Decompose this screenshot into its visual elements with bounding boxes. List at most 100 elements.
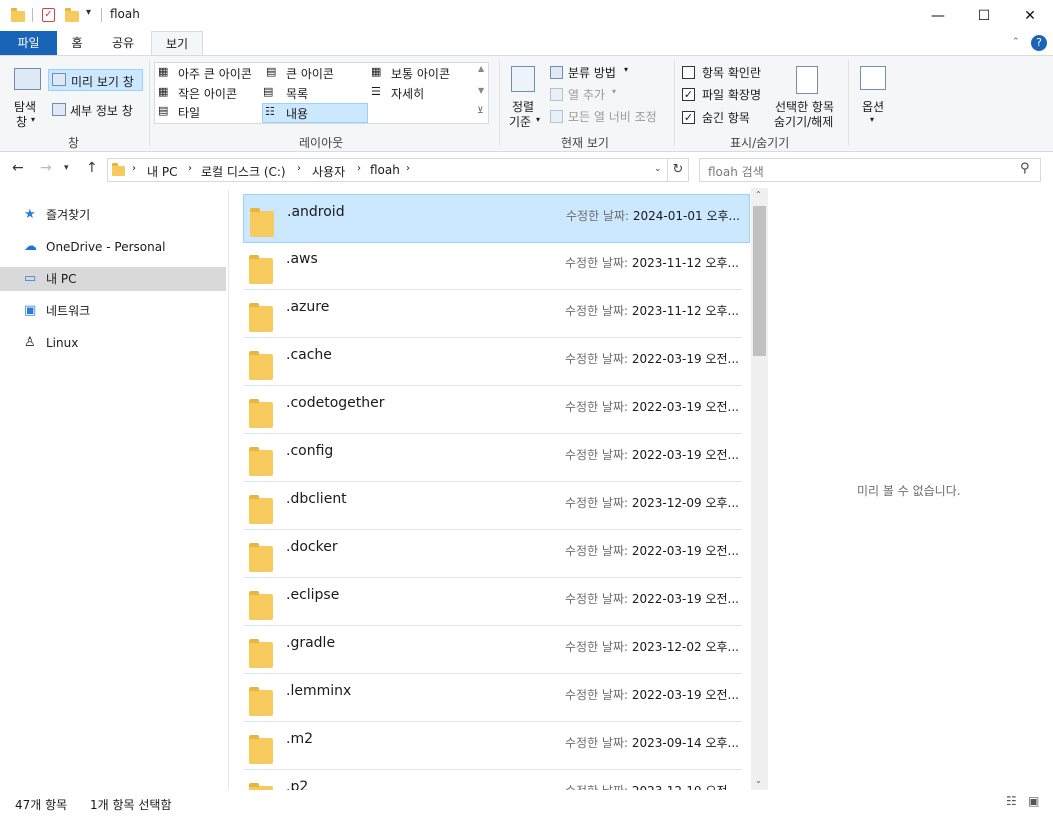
chevron-down-icon: ▾ — [31, 115, 36, 124]
sidebar-item-network[interactable]: ▣ 네트워크 — [0, 299, 226, 323]
folder-icon — [249, 638, 275, 668]
preview-empty-message: 미리 볼 수 없습니다. — [857, 484, 961, 498]
scroll-down-icon[interactable]: ⌄ — [755, 776, 762, 785]
item-checkboxes-checkbox[interactable] — [682, 66, 695, 79]
list-item[interactable]: .eclipse 수정한 날짜: 2022-03-19 오전... — [243, 578, 742, 626]
sidebar-item-linux[interactable]: ♙ Linux — [0, 331, 226, 355]
recent-locations-icon[interactable]: ▾ — [64, 163, 69, 173]
window-title: floah — [110, 7, 140, 21]
separator — [32, 8, 33, 22]
list-item[interactable]: .config 수정한 날짜: 2022-03-19 오전... — [243, 434, 742, 482]
size-all-columns-button[interactable]: 모든 열 너비 조정 — [548, 108, 668, 126]
folder-icon — [249, 350, 275, 380]
navigation-pane-button[interactable]: 탐색 창 ▾ — [8, 64, 46, 132]
scrollbar[interactable]: ⌃ ⌄ — [751, 188, 768, 790]
sidebar-item-label: 내 PC — [46, 272, 77, 286]
maximize-button[interactable]: ☐ — [961, 0, 1007, 31]
pane-divider[interactable] — [228, 190, 229, 790]
breadcrumb-item[interactable]: 사용자 — [312, 163, 345, 180]
list-icon: ▤ — [263, 85, 274, 98]
layout-medium-icons[interactable]: ▦ 보통 아이콘 — [371, 65, 481, 83]
sidebar-item-quick-access[interactable]: ★ 즐겨찾기 — [0, 203, 226, 227]
refresh-button[interactable]: ↻ — [668, 158, 689, 182]
help-icon[interactable]: ? — [1031, 35, 1047, 51]
small-icons-icon: ▦ — [158, 85, 169, 98]
file-list: .android 수정한 날짜: 2024-01-01 오후... .aws 수정한 … — [243, 186, 753, 790]
quick-access-dropdown-icon[interactable]: ▾ — [86, 7, 91, 18]
hidden-items-checkbox[interactable]: ✓ — [682, 111, 695, 124]
group-label-show-hide: 표시/숨기기 — [730, 136, 790, 150]
tab-view[interactable]: 보기 — [151, 31, 203, 56]
details-pane-icon — [52, 103, 66, 116]
chevron-right-icon: › — [132, 163, 136, 174]
sort-by-button[interactable]: 정렬 기준 ▾ — [506, 62, 544, 132]
tab-share[interactable]: 공유 — [97, 31, 149, 55]
large-icons-view-icon[interactable]: ▣ — [1028, 794, 1039, 808]
layout-details[interactable]: ☰ 자세히 — [371, 85, 481, 103]
add-columns-button[interactable]: 열 추가 ▾ — [548, 86, 628, 104]
list-item[interactable]: .aws 수정한 날짜: 2023-11-12 오후... — [243, 242, 742, 290]
search-input[interactable]: floah 검색 ⚲ — [699, 158, 1041, 182]
address-bar[interactable]: › 내 PC › 로컬 디스크 (C:) › 사용자 › floah › ⌄ — [107, 158, 668, 182]
new-folder-icon[interactable] — [65, 8, 79, 22]
chevron-right-icon: › — [406, 163, 410, 174]
sidebar-item-onedrive[interactable]: ☁ OneDrive - Personal — [0, 235, 226, 259]
layout-scroll-up-icon[interactable]: ▲ — [478, 64, 484, 73]
chevron-up-icon[interactable]: ⌃ — [1012, 37, 1020, 47]
group-by-button[interactable]: 분류 방법 ▾ — [548, 64, 638, 82]
minimize-button[interactable]: — — [915, 0, 961, 31]
file-name: .android — [287, 204, 345, 220]
up-icon[interactable]: ↑ — [86, 160, 98, 176]
layout-small-icons[interactable]: ▦ 작은 아이콘 — [158, 85, 263, 103]
tab-file[interactable]: 파일 — [0, 31, 57, 55]
hide-selected-items-button[interactable]: 선택한 항목 숨기기/해제 — [772, 62, 842, 132]
scroll-thumb[interactable] — [753, 206, 766, 356]
sidebar-item-label: OneDrive - Personal — [46, 240, 166, 254]
folder-icon — [11, 8, 25, 22]
back-icon[interactable]: ← — [12, 160, 24, 176]
list-item[interactable]: .android 수정한 날짜: 2024-01-01 오후... — [243, 194, 750, 243]
list-item[interactable]: .azure 수정한 날짜: 2023-11-12 오후... — [243, 290, 742, 338]
sidebar-item-this-pc[interactable]: ▭ 내 PC — [0, 267, 226, 291]
navigation-pane-icon — [14, 68, 41, 90]
options-button[interactable]: 옵션 ▾ — [856, 62, 892, 132]
item-checkboxes-toggle[interactable]: 항목 확인란 — [682, 64, 772, 82]
breadcrumb-item[interactable]: floah — [370, 163, 400, 177]
modified-date: 수정한 날짜: 2023-11-12 오후... — [565, 256, 739, 270]
file-extensions-toggle[interactable]: ✓ 파일 확장명 — [682, 86, 772, 104]
details-pane-button[interactable]: 세부 정보 창 — [48, 99, 143, 121]
close-button[interactable]: ✕ — [1007, 0, 1053, 31]
address-dropdown-icon[interactable]: ⌄ — [654, 164, 662, 174]
details-view-icon[interactable]: ☷ — [1006, 794, 1017, 808]
list-item[interactable]: .codetogether 수정한 날짜: 2022-03-19 오전... — [243, 386, 742, 434]
list-item[interactable]: .m2 수정한 날짜: 2023-09-14 오후... — [243, 722, 742, 770]
hidden-items-toggle[interactable]: ✓ 숨긴 항목 — [682, 109, 772, 127]
list-item[interactable]: .lemminx 수정한 날짜: 2022-03-19 오전... — [243, 674, 742, 722]
layout-content[interactable]: ☷ 내용 — [262, 103, 368, 123]
breadcrumb-item[interactable]: 내 PC — [147, 163, 177, 180]
layout-tiles[interactable]: ▤ 타일 — [158, 104, 258, 122]
modified-date: 수정한 날짜: 2023-11-12 오후... — [565, 304, 739, 318]
tab-home[interactable]: 홈 — [57, 31, 97, 55]
list-item[interactable]: .gradle 수정한 날짜: 2023-12-02 오후... — [243, 626, 742, 674]
layout-list[interactable]: ▤ 목록 — [263, 85, 363, 103]
scroll-up-icon[interactable]: ⌃ — [755, 190, 762, 199]
layout-extra-large-icons[interactable]: ▦ 아주 큰 아이콘 — [158, 65, 263, 83]
search-placeholder: floah 검색 — [708, 165, 764, 179]
properties-icon[interactable]: ✓ — [42, 8, 55, 22]
group-label-layout: 레이아웃 — [299, 136, 344, 150]
preview-pane-button[interactable]: 미리 보기 창 — [48, 69, 143, 91]
breadcrumb-item[interactable]: 로컬 디스크 (C:) — [201, 163, 286, 180]
layout-scroll-down-icon[interactable]: ▼ — [478, 86, 484, 95]
list-item[interactable]: .dbclient 수정한 날짜: 2023-12-09 오후... — [243, 482, 742, 530]
forward-icon[interactable]: → — [40, 160, 52, 176]
chevron-right-icon: › — [357, 163, 361, 174]
list-item[interactable]: .cache 수정한 날짜: 2022-03-19 오전... — [243, 338, 742, 386]
list-item[interactable]: .docker 수정한 날짜: 2022-03-19 오전... — [243, 530, 742, 578]
list-item[interactable]: .p2 수정한 날짜: 2023-12-19 오전... — [243, 770, 742, 790]
layout-more-icon[interactable]: ⊻ — [477, 106, 484, 116]
options-icon — [860, 66, 886, 90]
group-label-pane: 창 — [68, 136, 80, 150]
layout-large-icons[interactable]: ▤ 큰 아이콘 — [266, 65, 364, 83]
file-extensions-checkbox[interactable]: ✓ — [682, 88, 695, 101]
